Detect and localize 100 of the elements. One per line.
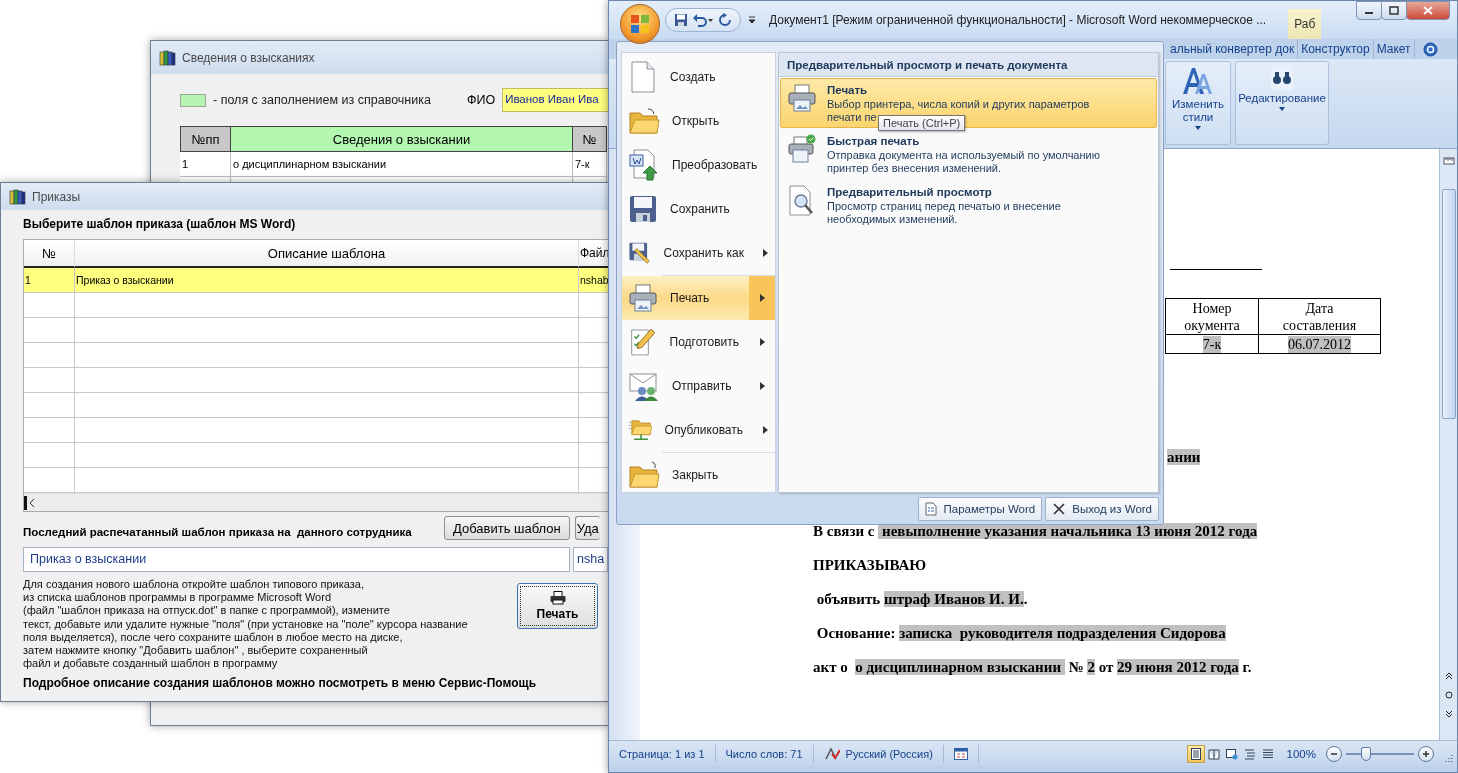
tooltip: Печать (Ctrl+P)	[878, 115, 966, 131]
document-paragraph: ПРИКАЗЫВАЮ	[813, 556, 927, 575]
close-button[interactable]	[1406, 1, 1450, 20]
menu-item[interactable]: Закрыть	[622, 453, 775, 497]
help-icon[interactable]	[1422, 41, 1438, 57]
horizontal-scrollbar[interactable]	[24, 493, 608, 511]
exit-button[interactable]: Выход из Word	[1045, 496, 1159, 521]
table-cell: 1	[180, 152, 231, 177]
books-icon	[159, 49, 176, 66]
menu-item[interactable]: Отправить	[622, 364, 775, 408]
restore-button[interactable]	[1381, 1, 1407, 20]
close-icon	[1052, 501, 1067, 516]
status-item[interactable]: Страница: 1 из 1	[609, 744, 716, 763]
instruction-text: Выберите шаблон приказа (шаблон MS Word)	[23, 216, 297, 233]
printer-check-icon	[787, 134, 817, 164]
office-logo-icon	[630, 14, 650, 34]
change-styles-button[interactable]: Изменить стили	[1165, 61, 1231, 145]
zoom-level[interactable]: 100%	[1286, 747, 1316, 760]
printer-icon	[549, 591, 566, 605]
save-icon[interactable]	[674, 13, 688, 27]
table-cell[interactable]: Приказ о взыскании	[75, 268, 579, 293]
draft-icon	[1261, 747, 1274, 760]
status-item[interactable]: Число слов: 71	[715, 744, 814, 763]
menu-item[interactable]: Открыть	[622, 99, 775, 143]
options-button[interactable]: Параметры Word	[918, 496, 1043, 521]
menu-item[interactable]: Опубликовать	[622, 408, 775, 452]
table-header-cell: Номер окумента	[1166, 299, 1259, 335]
field-label: ФИО	[466, 93, 496, 107]
caret-icon	[1279, 107, 1285, 111]
editing-button[interactable]: Редактирование	[1235, 61, 1329, 145]
document-text: ании	[1167, 449, 1201, 466]
help-text: Для создания нового шаблона откройте шаблон типового приказа, из списка шаблонов программы в программе Microsoft Word (файл "шаблон приказа на отпуск.dot" в папке с программой), измените текст, добавьте или удалите нужные "поля" (при установке на "поле" курсора название поля выделяется), после чего сохраните шаблон в любое место на диске, затем нажмите кнопку "Добавить шаблон" , выберите сохраненный файл и добавьте созданный шаблон в программу	[23, 578, 469, 671]
slider-thumb[interactable]	[1361, 746, 1372, 761]
menu-item[interactable]: Создать	[622, 55, 775, 99]
menu-item[interactable]: Сохранить	[622, 187, 775, 231]
template-button[interactable]: Уда	[574, 516, 600, 540]
close-icon	[1423, 6, 1433, 15]
submenu-arrow-icon	[762, 249, 768, 257]
status-item[interactable]: Русский (Россия)	[813, 744, 944, 763]
document-paragraph: Основание: записка руководителя подразделения Сидорова	[815, 624, 1226, 643]
table-cell: о дисциплинарном взыскании	[231, 152, 573, 177]
submenu-item[interactable]: Предварительный просмотр Просмотр страниц перед печатью и внесение необходимых изменений.	[780, 180, 1157, 230]
binoculars-icon	[1271, 66, 1293, 90]
document-arrow-icon	[628, 149, 660, 181]
printer-icon	[787, 83, 817, 113]
page-layout-icon	[1189, 747, 1202, 760]
file-field[interactable]: nsha	[573, 547, 608, 572]
name-field[interactable]: Иванов Иван Ива	[502, 88, 608, 112]
column-header: Описание шаблона	[75, 240, 579, 268]
window-title: Документ1 [Режим ограниченной функциональности] - Microsoft Word некоммерческое ...	[769, 13, 1267, 27]
minimize-button[interactable]	[1356, 1, 1382, 20]
legend-swatch	[180, 93, 206, 107]
submenu-arrow-icon	[759, 294, 765, 302]
template-button[interactable]: Добавить шаблон	[444, 516, 570, 540]
context-tab[interactable]: Раб	[1288, 9, 1322, 39]
column-header: Сведения о взыскании	[231, 126, 573, 152]
menu-item[interactable]: Подготовить	[622, 320, 775, 364]
folder-icon	[628, 106, 660, 136]
envelope-people-icon	[628, 370, 660, 402]
folder-icon	[628, 460, 660, 490]
document-paragraph: акт о о дисциплинарном взыскании № 2 от 29 июня 2012 года г.	[813, 658, 1252, 677]
submenu-arrow-icon	[759, 382, 765, 390]
column-header: №	[573, 126, 607, 152]
styles-letters-icon	[1181, 66, 1215, 96]
legend-text: - поля с заполнением из справочника	[213, 93, 431, 107]
table-cell[interactable]: 1	[24, 268, 75, 293]
undo-icon[interactable]	[692, 13, 714, 27]
redo-icon[interactable]	[718, 13, 732, 27]
view-button[interactable]	[1186, 744, 1205, 763]
outline-icon	[1243, 747, 1256, 760]
vertical-scrollbar[interactable]	[1439, 149, 1457, 740]
print-button[interactable]: Печать	[517, 583, 598, 629]
template-field[interactable]: Приказ о взыскании	[23, 547, 570, 572]
window-title: Сведения о взысканиях	[182, 50, 315, 65]
column-header: №пп	[180, 126, 231, 152]
table-cell: 06.07.2012	[1259, 335, 1381, 354]
submenu-arrow-icon	[762, 426, 768, 434]
document-icon	[628, 61, 658, 93]
plus-icon	[1422, 749, 1430, 758]
customize-caret-icon[interactable]	[747, 15, 757, 25]
maximize-icon	[1389, 6, 1399, 15]
scroll-thumb[interactable]	[1441, 189, 1456, 419]
table-cell: 7-к	[573, 152, 607, 177]
menu-item[interactable]: Преобразовать	[622, 143, 775, 187]
spellcheck-icon	[823, 746, 840, 761]
macro-icon[interactable]	[953, 747, 968, 760]
panel-title: Предварительный просмотр и печать документа	[779, 53, 1158, 77]
zoom-out-button[interactable]	[1326, 745, 1342, 762]
browse-buttons-icon[interactable]	[1443, 670, 1454, 720]
window-title: Приказы	[32, 189, 81, 204]
ruler-icon[interactable]	[1442, 155, 1455, 167]
table-cell[interactable]: nshab	[579, 268, 608, 293]
document-paragraph: В связи с невыполнение указания начальника 13 июня 2012 года	[813, 522, 1258, 541]
web-page-icon	[1225, 747, 1238, 760]
table-cell: 7-к	[1166, 335, 1259, 354]
help-note: Подробное описание создания шаблонов можно посмотреть в меню Сервис-Помощь	[23, 676, 538, 691]
menu-item[interactable]: Печать	[622, 276, 775, 320]
zoom-in-button[interactable]	[1418, 745, 1434, 762]
books-icon	[9, 188, 26, 205]
menu-item[interactable]: Сохранить как	[622, 231, 775, 275]
